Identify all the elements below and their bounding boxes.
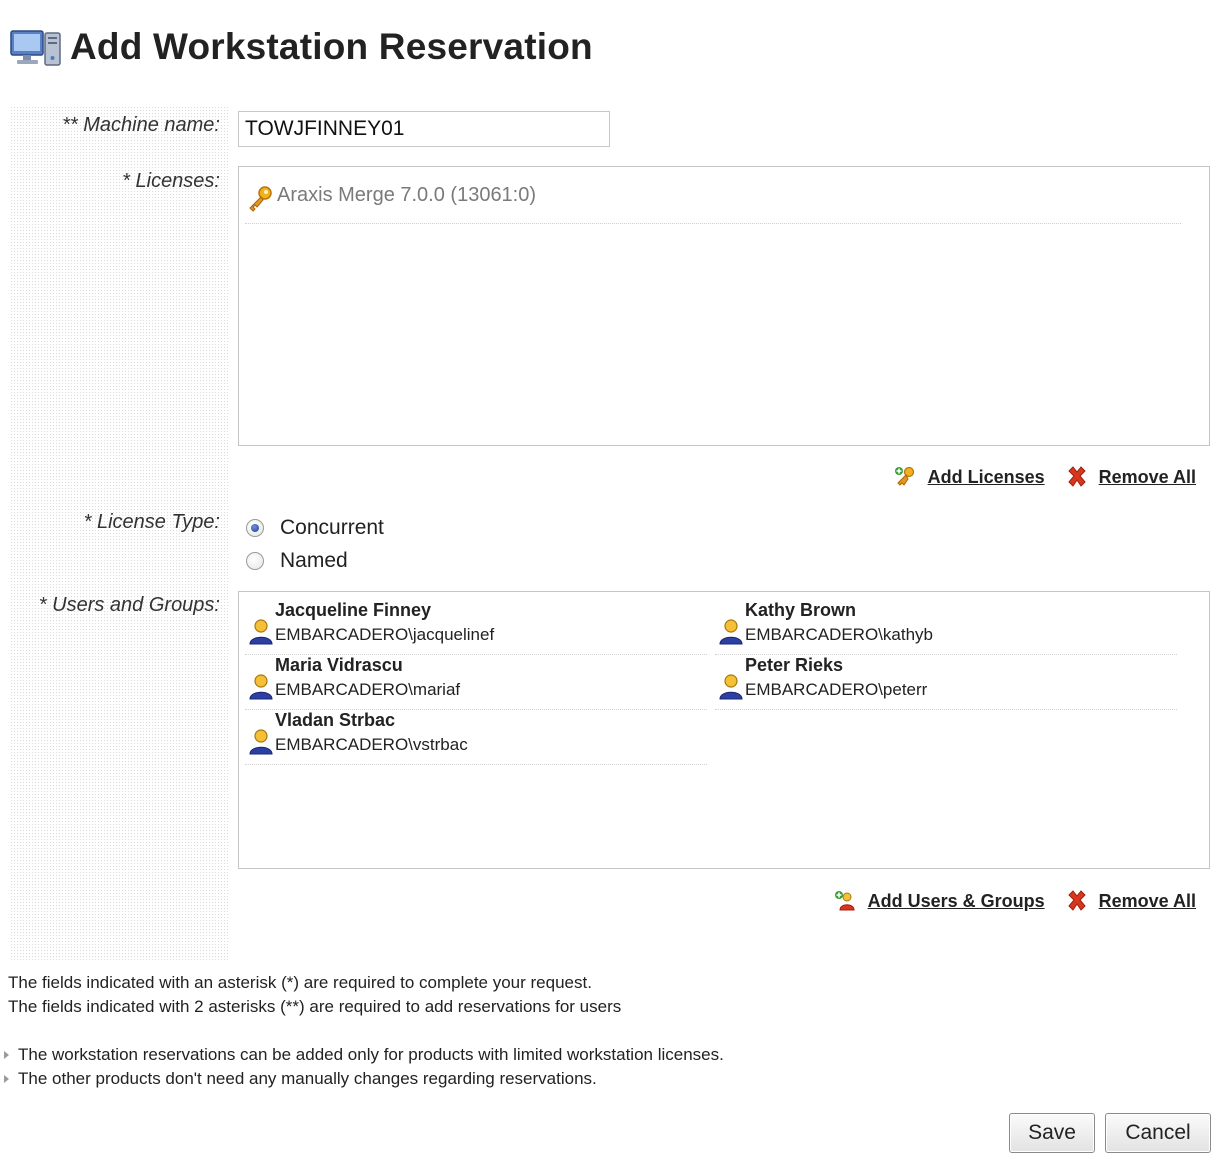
user-item[interactable]: Maria Vidrascu EMBARCADERO\mariaf xyxy=(245,655,707,710)
radio-concurrent[interactable]: Concurrent xyxy=(246,516,384,540)
licenses-label: * Licenses: xyxy=(122,170,220,192)
required-note-2: The fields indicated with 2 asterisks (*… xyxy=(8,997,622,1016)
remove-icon xyxy=(1067,466,1086,487)
user-icon xyxy=(719,674,743,700)
info-bullet-text: The workstation reservations can be adde… xyxy=(18,1045,724,1064)
info-bullet-1: The workstation reservations can be adde… xyxy=(4,1045,724,1065)
user-icon xyxy=(249,674,273,700)
licenses-list[interactable]: Araxis Merge 7.0.0 (13061:0) xyxy=(238,166,1210,446)
licenses-actions: Add Licenses Remove All xyxy=(874,465,1196,489)
add-users-groups-button[interactable]: Add Users & Groups xyxy=(834,889,1045,913)
users-groups-label: * Users and Groups: xyxy=(38,594,220,616)
required-note-1: The fields indicated with an asterisk (*… xyxy=(8,973,592,992)
user-icon xyxy=(249,619,273,645)
user-item[interactable]: Jacqueline Finney EMBARCADERO\jacqueline… xyxy=(245,600,707,655)
radio-named-button[interactable] xyxy=(246,552,264,570)
remove-all-licenses-button[interactable]: Remove All xyxy=(1065,465,1196,489)
info-bullet-2: The other products don't need any manual… xyxy=(4,1069,597,1089)
machine-name-input[interactable] xyxy=(238,111,610,147)
remove-all-licenses-link[interactable]: Remove All xyxy=(1099,467,1196,488)
info-bullet-text: The other products don't need any manual… xyxy=(18,1069,597,1088)
label-column: ** Machine name: * Licenses: * License T… xyxy=(10,106,230,960)
user-account: EMBARCADERO\mariaf xyxy=(275,680,461,699)
remove-icon xyxy=(1067,890,1086,911)
add-users-groups-link[interactable]: Add Users & Groups xyxy=(868,891,1045,912)
bullet-arrow-icon xyxy=(4,1051,9,1059)
bullet-arrow-icon xyxy=(4,1075,9,1083)
user-item[interactable]: Kathy Brown EMBARCADERO\kathyb xyxy=(715,600,1177,655)
user-account: EMBARCADERO\vstrbac xyxy=(275,735,468,754)
user-name: Vladan Strbac xyxy=(275,710,396,730)
license-name: Araxis Merge 7.0.0 (13061:0) xyxy=(277,184,537,206)
users-groups-list[interactable]: Jacqueline Finney EMBARCADERO\jacqueline… xyxy=(238,591,1210,869)
remove-all-users-link[interactable]: Remove All xyxy=(1099,891,1196,912)
add-licenses-link[interactable]: Add Licenses xyxy=(928,467,1045,488)
radio-concurrent-label[interactable]: Concurrent xyxy=(280,516,384,540)
user-name: Peter Rieks xyxy=(745,655,844,675)
user-account: EMBARCADERO\kathyb xyxy=(745,625,933,644)
add-license-icon xyxy=(894,466,914,486)
user-item[interactable]: Vladan Strbac EMBARCADERO\vstrbac xyxy=(245,710,707,765)
add-licenses-button[interactable]: Add Licenses xyxy=(894,465,1045,489)
radio-named-label[interactable]: Named xyxy=(280,549,348,573)
user-account: EMBARCADERO\peterr xyxy=(745,680,928,699)
license-item[interactable]: Araxis Merge 7.0.0 (13061:0) xyxy=(245,181,1181,224)
license-type-label: * License Type: xyxy=(83,511,220,533)
radio-named[interactable]: Named xyxy=(246,549,348,573)
user-name: Jacqueline Finney xyxy=(275,600,432,620)
user-name: Maria Vidrascu xyxy=(275,655,403,675)
add-users-icon xyxy=(834,891,855,911)
cancel-button[interactable]: Cancel xyxy=(1105,1113,1211,1153)
machine-name-label: ** Machine name: xyxy=(62,114,220,136)
remove-all-users-button[interactable]: Remove All xyxy=(1065,889,1196,913)
workstation-icon xyxy=(10,30,61,66)
user-icon xyxy=(719,619,743,645)
radio-concurrent-button[interactable] xyxy=(246,519,264,537)
user-item[interactable]: Peter Rieks EMBARCADERO\peterr xyxy=(715,655,1177,710)
save-button[interactable]: Save xyxy=(1009,1113,1095,1153)
user-account: EMBARCADERO\jacquelinef xyxy=(275,625,495,644)
user-name: Kathy Brown xyxy=(745,600,857,620)
page-title: Add Workstation Reservation xyxy=(70,26,593,67)
user-icon xyxy=(249,729,273,755)
page-header: Add Workstation Reservation xyxy=(8,22,593,72)
users-actions: Add Users & Groups Remove All xyxy=(814,889,1196,913)
key-icon xyxy=(249,186,272,212)
